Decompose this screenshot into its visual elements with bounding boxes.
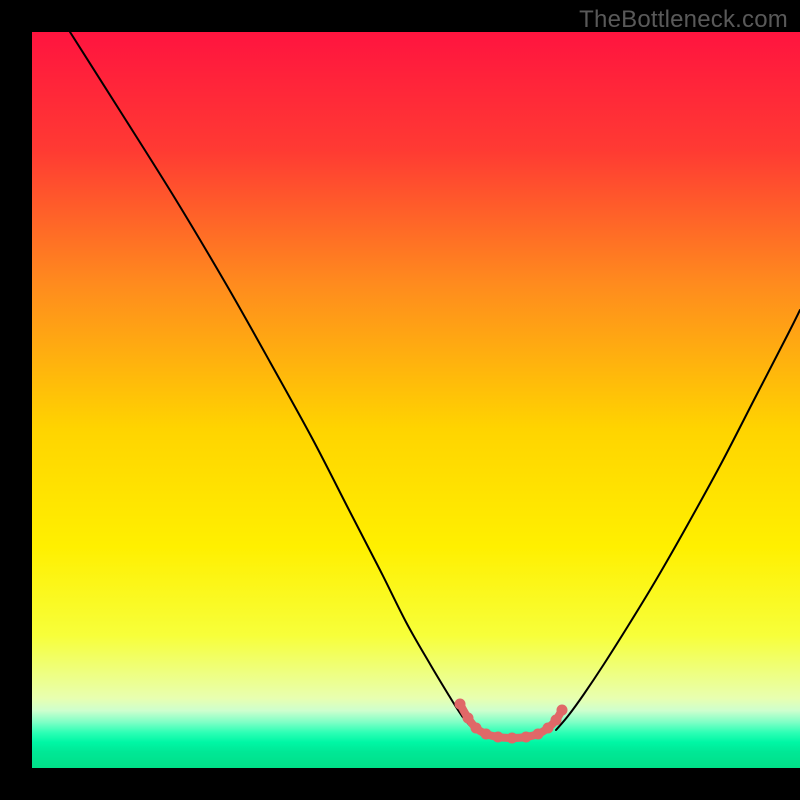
bottleneck-chart <box>0 0 800 800</box>
valley-dot <box>533 729 544 740</box>
valley-dot <box>493 732 504 743</box>
gradient-background <box>32 32 800 768</box>
valley-dot <box>521 732 532 743</box>
valley-dot <box>463 713 474 724</box>
valley-dot <box>507 733 518 744</box>
watermark-text: TheBottleneck.com <box>579 6 788 34</box>
valley-dot <box>543 723 554 734</box>
chart-container: TheBottleneck.com <box>0 0 800 800</box>
valley-dot <box>471 723 482 734</box>
valley-dot <box>557 705 568 716</box>
valley-dot <box>455 699 466 710</box>
valley-dot <box>551 715 562 726</box>
valley-dot <box>481 729 492 740</box>
